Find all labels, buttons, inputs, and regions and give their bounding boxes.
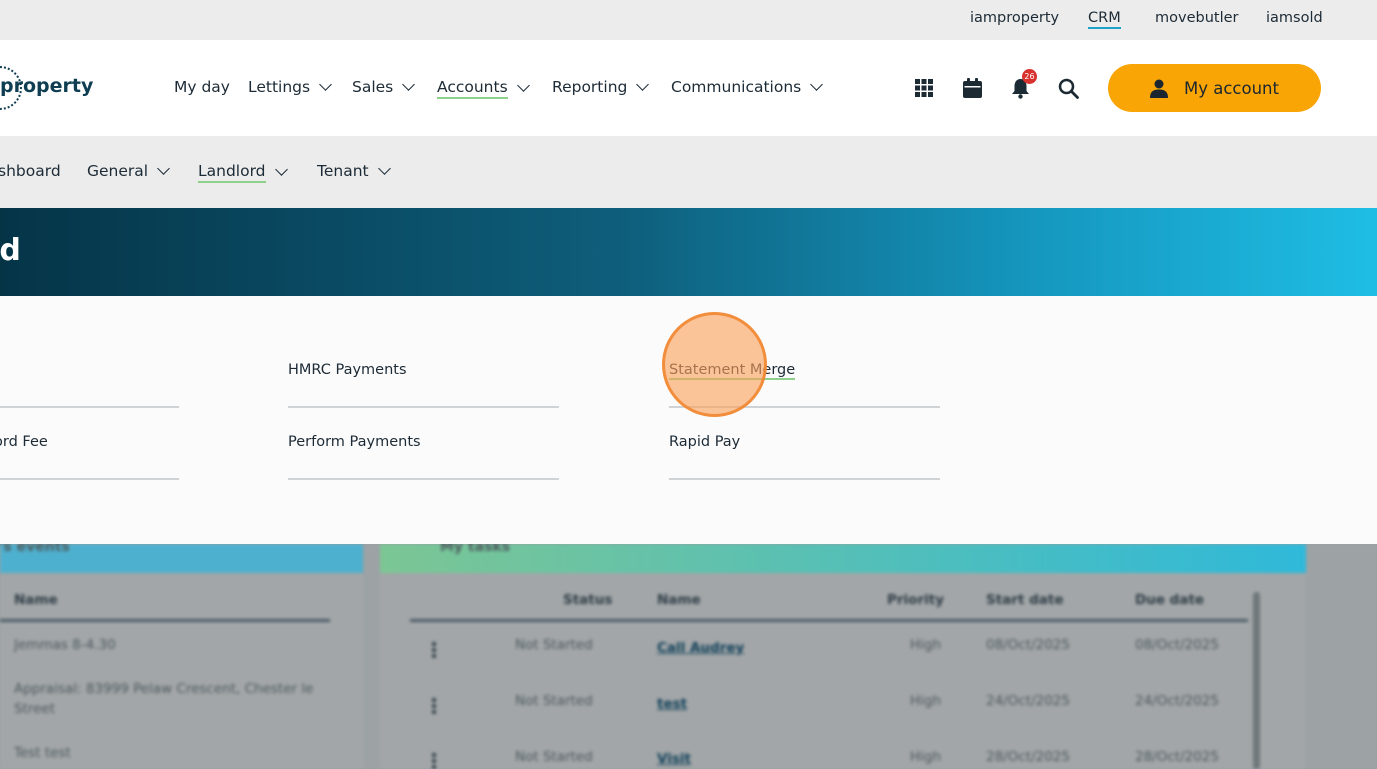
scrollbar[interactable] bbox=[1253, 592, 1260, 769]
task-due-date: 28/Oct/2025 bbox=[1135, 749, 1219, 765]
chevron-down-icon bbox=[516, 79, 530, 92]
menu-link-label: Rapid Pay bbox=[669, 434, 741, 450]
chevron-down-icon bbox=[319, 77, 332, 91]
tasks-column-start-date: Start date bbox=[986, 592, 1064, 608]
subnav-tenant[interactable]: Tenant bbox=[317, 161, 391, 180]
menu-link-rapid-pay[interactable]: Rapid Pay bbox=[669, 434, 940, 480]
subnav-landlord-label: Landlord bbox=[198, 162, 266, 183]
nav-sales-label: Sales bbox=[352, 78, 394, 96]
chevron-down-icon bbox=[157, 161, 170, 175]
menu-link-label: HMRC Payments bbox=[288, 362, 407, 378]
page-banner: ord bbox=[0, 208, 1377, 296]
task-start-date: 24/Oct/2025 bbox=[986, 693, 1070, 709]
topbar-link-iamproperty[interactable]: iamproperty bbox=[970, 10, 1059, 26]
top-utility-bar: iamproperty CRM movebutler iamsold bbox=[0, 0, 1377, 40]
nav-reporting-label: Reporting bbox=[552, 78, 628, 96]
tasks-column-name: Name bbox=[657, 592, 701, 608]
chevron-down-icon bbox=[377, 161, 391, 175]
menu-link-hmrc-payments[interactable]: HMRC Payments bbox=[288, 362, 559, 408]
nav-communications-label: Communications bbox=[671, 78, 802, 96]
list-item: Test test bbox=[14, 745, 71, 761]
nav-accounts-label: Accounts bbox=[437, 78, 508, 99]
task-status: Not Started bbox=[515, 637, 593, 653]
tasks-column-due-date: Due date bbox=[1135, 592, 1205, 608]
list-item: Jemmas 8-4.30 bbox=[14, 637, 116, 653]
task-status: Not Started bbox=[515, 693, 593, 709]
dashboard-background: y's events Name Jemmas 8-4.30 Appraisal:… bbox=[0, 539, 1377, 769]
events-card: y's events Name Jemmas 8-4.30 Appraisal:… bbox=[0, 539, 363, 769]
task-priority: High bbox=[910, 693, 942, 709]
task-name-link[interactable]: Call Audrey bbox=[657, 640, 744, 656]
list-item: Appraisal: 83999 Pelaw Crescent, Chester… bbox=[14, 681, 314, 697]
menu-link-label: lord Fee bbox=[0, 434, 48, 450]
list-item: Street bbox=[14, 701, 56, 717]
task-priority: High bbox=[910, 749, 942, 765]
menu-link-perform-payments[interactable]: Perform Payments bbox=[288, 434, 559, 480]
chevron-down-icon bbox=[636, 77, 650, 91]
task-status: Not Started bbox=[515, 749, 593, 765]
row-menu-icon[interactable] bbox=[432, 698, 436, 714]
logo-text: property bbox=[0, 75, 94, 97]
subnav-landlord[interactable]: Landlord bbox=[198, 162, 288, 183]
task-priority: High bbox=[910, 637, 942, 653]
chevron-down-icon bbox=[810, 77, 824, 91]
my-account-label: My account bbox=[1184, 78, 1279, 98]
task-name-link[interactable]: test bbox=[657, 696, 687, 712]
bell-icon[interactable]: 26 bbox=[1008, 69, 1037, 100]
tasks-card: My tasks Status Name Priority Start date… bbox=[380, 539, 1306, 769]
topbar-link-crm[interactable]: CRM bbox=[1088, 10, 1121, 29]
task-name-link[interactable]: Visit bbox=[657, 751, 691, 767]
task-start-date: 08/Oct/2025 bbox=[986, 637, 1070, 653]
menu-link-landlord-fee[interactable]: lord Fee bbox=[0, 434, 179, 480]
nav-my-day[interactable]: My day bbox=[174, 78, 230, 96]
events-column-name: Name bbox=[14, 592, 58, 608]
main-navigation: property My day Lettings Sales Accounts … bbox=[0, 40, 1377, 136]
tasks-header-divider bbox=[410, 619, 1248, 622]
subnav-dashboard[interactable]: shboard bbox=[0, 162, 61, 180]
my-account-button[interactable]: My account bbox=[1108, 64, 1321, 112]
chevron-down-icon bbox=[274, 163, 288, 176]
notification-count-badge: 26 bbox=[1022, 69, 1037, 84]
tasks-column-priority: Priority bbox=[887, 592, 944, 608]
nav-lettings[interactable]: Lettings bbox=[248, 77, 332, 96]
chevron-down-icon bbox=[402, 77, 416, 91]
subnav-dashboard-label: shboard bbox=[0, 162, 61, 180]
nav-sales[interactable]: Sales bbox=[352, 77, 416, 96]
sub-navigation: shboard General Landlord Tenant bbox=[0, 136, 1377, 208]
task-start-date: 28/Oct/2025 bbox=[986, 749, 1070, 765]
nav-reporting[interactable]: Reporting bbox=[552, 77, 650, 96]
nav-communications[interactable]: Communications bbox=[671, 77, 824, 96]
page-title: ord bbox=[0, 233, 21, 268]
click-indicator bbox=[662, 312, 767, 417]
apps-grid-icon[interactable] bbox=[912, 76, 936, 100]
tasks-card-header bbox=[380, 544, 1306, 573]
events-header-divider bbox=[0, 619, 330, 622]
task-due-date: 08/Oct/2025 bbox=[1135, 637, 1219, 653]
calendar-icon[interactable] bbox=[960, 76, 984, 100]
subnav-tenant-label: Tenant bbox=[317, 162, 369, 180]
row-menu-icon[interactable] bbox=[432, 753, 436, 769]
nav-accounts[interactable]: Accounts bbox=[437, 78, 530, 99]
nav-lettings-label: Lettings bbox=[248, 78, 311, 96]
subnav-general-label: General bbox=[87, 162, 149, 180]
tasks-column-status: Status bbox=[563, 592, 613, 608]
brand-logo[interactable]: property bbox=[0, 66, 93, 110]
search-icon[interactable] bbox=[1056, 76, 1080, 100]
task-due-date: 24/Oct/2025 bbox=[1135, 693, 1219, 709]
menu-link-landlord-card[interactable]: d bbox=[0, 368, 179, 408]
subnav-general[interactable]: General bbox=[87, 161, 170, 180]
user-icon bbox=[1150, 79, 1168, 98]
topbar-link-iamsold[interactable]: iamsold bbox=[1266, 10, 1323, 26]
topbar-link-movebutler[interactable]: movebutler bbox=[1155, 10, 1239, 26]
nav-my-day-label: My day bbox=[174, 78, 230, 96]
row-menu-icon[interactable] bbox=[432, 642, 436, 658]
menu-link-label: Perform Payments bbox=[288, 434, 421, 450]
